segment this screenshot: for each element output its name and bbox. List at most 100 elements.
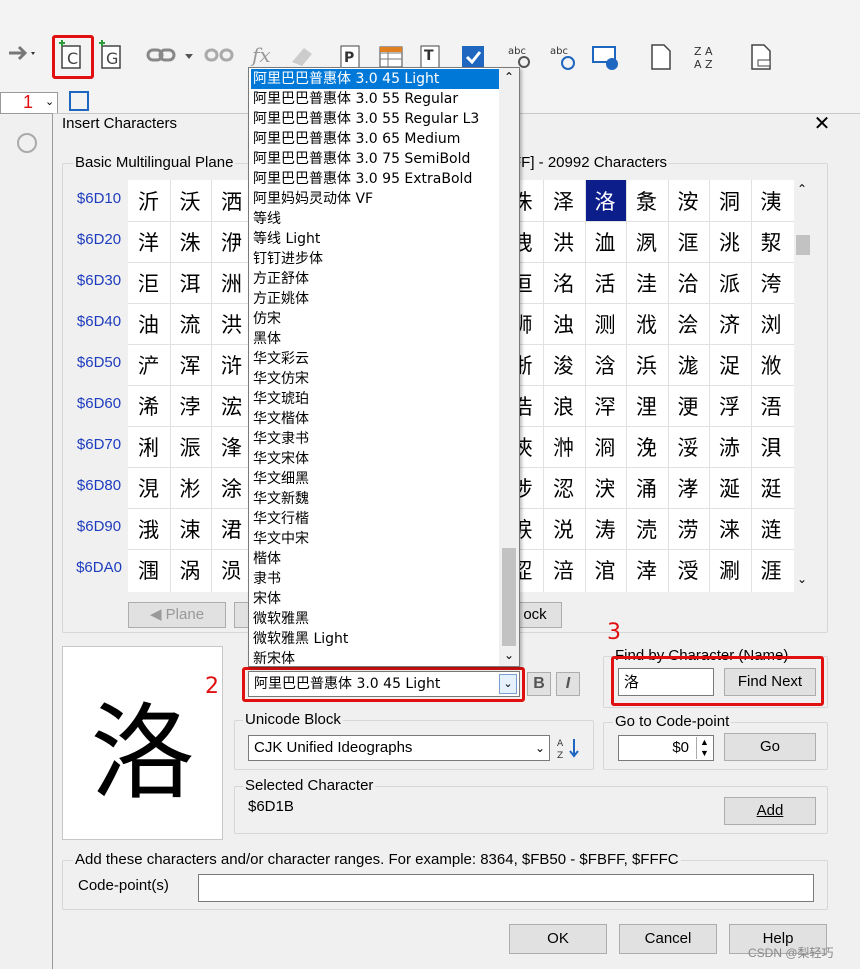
font-list-item[interactable]: 等线 Light — [251, 229, 500, 249]
font-list-item[interactable]: 华文宋体 — [251, 449, 500, 469]
font-list-item[interactable]: 阿里巴巴普惠体 3.0 65 Medium — [251, 129, 500, 149]
character-cell[interactable]: 浏 — [751, 303, 792, 344]
insert-character-icon[interactable]: C — [54, 38, 88, 72]
grid-scrollbar[interactable]: ⌃ ⌄ — [794, 180, 812, 592]
scroll-thumb[interactable] — [796, 235, 810, 255]
character-cell[interactable]: 涛 — [585, 508, 626, 549]
character-cell[interactable]: 洰 — [128, 262, 169, 303]
link-icon[interactable] — [144, 38, 178, 72]
character-cell[interactable]: 洜 — [626, 180, 667, 221]
scroll-up-icon[interactable]: ⌃ — [504, 70, 514, 84]
character-cell[interactable]: 浲 — [211, 426, 252, 467]
font-list-item[interactable]: 新宋体 — [251, 649, 500, 669]
character-cell[interactable]: 浯 — [751, 385, 792, 426]
font-list-item[interactable]: 阿里巴巴普惠体 3.0 95 ExtraBold — [251, 169, 500, 189]
font-list-item[interactable]: 华文琥珀 — [251, 389, 500, 409]
character-cell[interactable]: 浫 — [585, 385, 626, 426]
character-cell[interactable]: 涡 — [170, 549, 211, 590]
chevron-down-icon[interactable]: ⌄ — [499, 674, 517, 694]
character-cell[interactable]: 浰 — [128, 426, 169, 467]
stepper-icon[interactable]: ▲ ▼ — [696, 737, 712, 759]
character-cell[interactable]: 涊 — [543, 467, 584, 508]
italic-button[interactable]: I — [556, 672, 580, 696]
new-document-icon[interactable] — [644, 40, 678, 74]
character-cell[interactable]: 涭 — [668, 549, 709, 590]
character-cell[interactable]: 洼 — [626, 262, 667, 303]
refresh-icon[interactable] — [10, 126, 44, 160]
character-cell[interactable]: 浚 — [543, 344, 584, 385]
character-cell[interactable]: 涬 — [626, 549, 667, 590]
export-web-icon[interactable] — [588, 40, 622, 74]
font-select[interactable]: 阿里巴巴普惠体 3.0 45 Light ⌄ — [248, 671, 520, 697]
font-list-item[interactable]: 阿里巴巴普惠体 3.0 55 Regular L3 — [251, 109, 500, 129]
character-cell[interactable]: 涠 — [128, 549, 169, 590]
font-list-item[interactable]: 钉钉进步体 — [251, 249, 500, 269]
character-cell[interactable]: 浟 — [751, 344, 792, 385]
character-cell[interactable]: 涂 — [211, 467, 252, 508]
font-list-item[interactable]: 华文中宋 — [251, 529, 500, 549]
character-cell[interactable]: 流 — [170, 303, 211, 344]
font-list-item[interactable]: 华文隶书 — [251, 429, 500, 449]
font-list-item[interactable]: 方正姚体 — [251, 289, 500, 309]
character-cell[interactable]: 洱 — [170, 262, 211, 303]
scroll-thumb[interactable] — [502, 548, 516, 646]
character-cell[interactable]: 涋 — [585, 467, 626, 508]
character-cell[interactable]: 涝 — [668, 508, 709, 549]
font-list-item[interactable]: 华文新魏 — [251, 489, 500, 509]
character-cell[interactable]: 洿 — [751, 262, 792, 303]
character-cell[interactable]: 浒 — [211, 344, 252, 385]
character-cell[interactable]: 洽 — [668, 262, 709, 303]
character-cell[interactable]: 洯 — [751, 221, 792, 262]
character-cell[interactable]: 涁 — [170, 467, 211, 508]
character-cell[interactable]: 浿 — [751, 426, 792, 467]
character-cell[interactable]: 洬 — [626, 221, 667, 262]
font-list-item[interactable]: 阿里巴巴普惠体 3.0 55 Regular — [251, 89, 500, 109]
character-cell[interactable]: 涍 — [668, 467, 709, 508]
go-button[interactable]: Go — [724, 733, 816, 761]
character-cell[interactable]: 派 — [709, 262, 750, 303]
zoom-combo[interactable]: 1 ⌄ — [0, 92, 58, 114]
font-list-item[interactable]: 等线 — [251, 209, 500, 229]
character-cell[interactable]: 涢 — [211, 549, 252, 590]
character-cell[interactable]: 浪 — [543, 385, 584, 426]
character-cell[interactable]: 涞 — [709, 508, 750, 549]
character-cell[interactable]: 涯 — [751, 549, 792, 590]
character-cell[interactable]: 浭 — [668, 385, 709, 426]
font-list-item[interactable]: 阿里巴巴普惠体 3.0 45 Light — [251, 69, 500, 89]
font-list-item[interactable]: 楷体 — [251, 549, 500, 569]
language-icon[interactable]: abc — [546, 40, 580, 74]
character-cell[interactable]: 涏 — [751, 467, 792, 508]
character-cell[interactable]: 沃 — [170, 180, 211, 221]
character-cell[interactable]: 洺 — [543, 262, 584, 303]
character-cell[interactable]: 浐 — [128, 344, 169, 385]
character-cell[interactable]: 浝 — [668, 344, 709, 385]
character-cell[interactable]: 洭 — [668, 221, 709, 262]
character-cell[interactable]: 油 — [128, 303, 169, 344]
character-cell[interactable]: 浌 — [626, 303, 667, 344]
character-cell[interactable]: 沂 — [128, 180, 169, 221]
scroll-up-icon[interactable]: ⌃ — [797, 182, 807, 196]
cancel-button[interactable]: Cancel — [619, 924, 717, 954]
character-cell[interactable]: 浠 — [128, 385, 169, 426]
font-list-item[interactable]: 隶书 — [251, 569, 500, 589]
character-cell[interactable]: 洪 — [543, 221, 584, 262]
font-list-item[interactable]: 华文细黑 — [251, 469, 500, 489]
font-list-item[interactable]: 华文彩云 — [251, 349, 500, 369]
character-cell[interactable]: 浺 — [543, 426, 584, 467]
font-list-item[interactable]: 微软雅黑 Light — [251, 629, 500, 649]
link-dropdown-icon[interactable] — [180, 38, 198, 72]
close-button[interactable]: ✕ — [810, 112, 834, 136]
character-cell[interactable]: 浾 — [709, 426, 750, 467]
character-cell[interactable]: 洙 — [170, 221, 211, 262]
character-cell[interactable]: 浞 — [709, 344, 750, 385]
scroll-down-icon[interactable]: ⌄ — [504, 648, 514, 662]
character-cell[interactable]: 涫 — [585, 549, 626, 590]
font-list-item[interactable]: 华文仿宋 — [251, 369, 500, 389]
character-cell[interactable]: 浻 — [585, 426, 626, 467]
codepoints-input[interactable] — [198, 874, 814, 902]
character-cell[interactable]: 浑 — [170, 344, 211, 385]
scroll-down-icon[interactable]: ⌄ — [797, 572, 807, 586]
character-cell[interactable]: 洟 — [751, 180, 792, 221]
character-cell[interactable]: 浊 — [543, 303, 584, 344]
character-cell[interactable]: 泽 — [543, 180, 584, 221]
